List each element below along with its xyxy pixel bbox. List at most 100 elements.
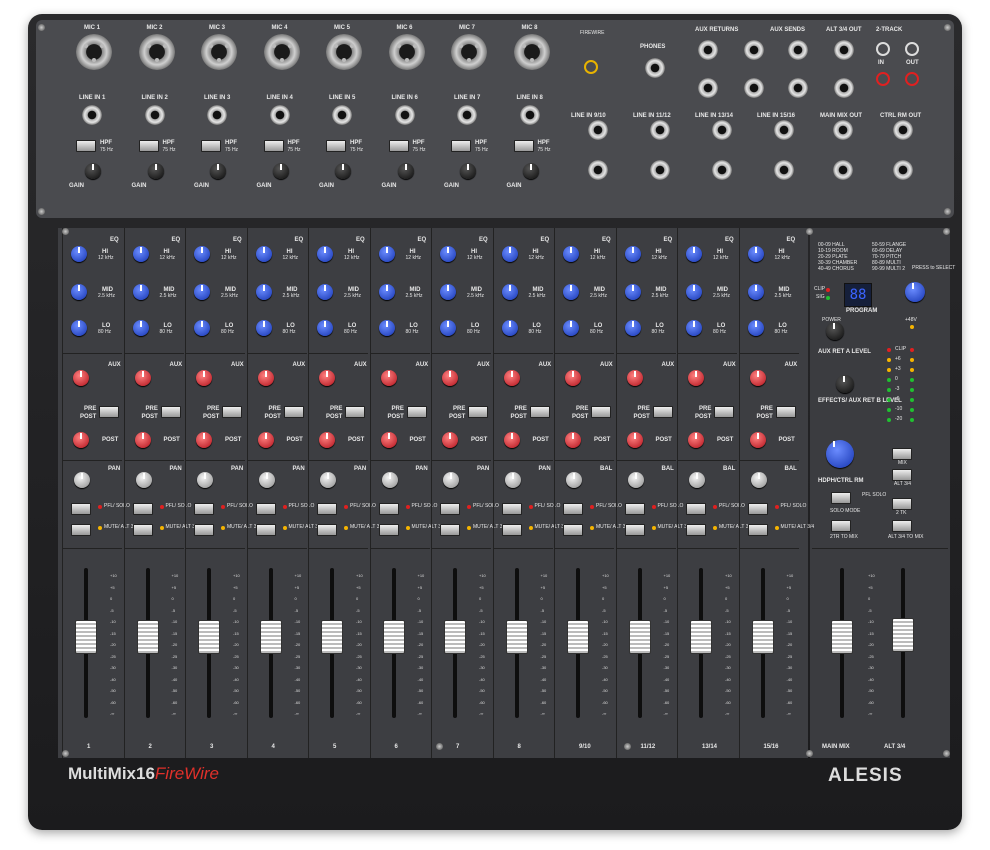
fx-select-knob[interactable] — [905, 282, 925, 302]
phones-jack[interactable] — [645, 58, 665, 78]
xlr-mic-input[interactable] — [76, 34, 112, 70]
pan-knob[interactable] — [627, 472, 644, 488]
mute-button[interactable] — [255, 524, 276, 536]
hpf-button[interactable] — [326, 140, 346, 152]
alt-to-mix-button[interactable] — [892, 520, 912, 532]
aux-a-knob[interactable] — [73, 370, 89, 386]
hpf-button[interactable] — [76, 140, 96, 152]
pan-knob[interactable] — [381, 472, 398, 488]
pan-knob[interactable] — [135, 472, 152, 488]
channel-fader[interactable] — [690, 620, 712, 654]
gain-knob[interactable] — [335, 163, 351, 179]
pan-knob[interactable] — [504, 472, 521, 488]
aux-a-knob[interactable] — [257, 370, 274, 386]
aux-a-knob[interactable] — [196, 370, 212, 386]
stereo-line-jack-r[interactable] — [774, 160, 794, 180]
eq-hi-knob[interactable] — [378, 246, 395, 262]
gain-knob[interactable] — [460, 163, 476, 179]
channel-fader[interactable] — [259, 620, 282, 654]
aux-a-knob[interactable] — [688, 370, 704, 386]
mute-button[interactable] — [71, 524, 91, 536]
output-jack[interactable] — [744, 40, 764, 60]
aux-a-knob[interactable] — [380, 370, 397, 386]
ctrl-out-jack-l[interactable] — [893, 120, 913, 140]
hpf-button[interactable] — [513, 140, 534, 152]
eq-lo-knob[interactable] — [686, 320, 702, 336]
aux-b-knob[interactable] — [565, 432, 581, 448]
output-jack[interactable] — [698, 78, 718, 98]
pre-post-button[interactable] — [775, 406, 796, 418]
pfl-solo-button[interactable] — [194, 503, 214, 515]
pre-post-button[interactable] — [160, 406, 181, 418]
output-jack[interactable] — [834, 40, 854, 60]
channel-fader[interactable] — [136, 620, 159, 654]
hpf-button[interactable] — [201, 140, 221, 152]
channel-fader[interactable] — [321, 620, 343, 654]
aux-b-knob[interactable] — [380, 432, 397, 448]
stereo-line-jack-r[interactable] — [588, 160, 608, 180]
stereo-line-jack-l[interactable] — [774, 120, 794, 140]
output-jack[interactable] — [788, 78, 808, 98]
line-input-jack[interactable] — [144, 105, 165, 125]
eq-lo-knob[interactable] — [563, 320, 579, 336]
aux-b-knob[interactable] — [319, 432, 335, 448]
pfl-solo-button[interactable] — [686, 503, 706, 515]
line-input-jack[interactable] — [82, 105, 102, 125]
channel-fader[interactable] — [628, 620, 651, 654]
eq-hi-knob[interactable] — [317, 246, 333, 262]
output-jack[interactable] — [834, 78, 854, 98]
eq-mid-knob[interactable] — [440, 284, 456, 300]
output-jack[interactable] — [788, 40, 808, 60]
pan-knob[interactable] — [750, 472, 767, 488]
mute-button[interactable] — [747, 524, 768, 536]
eq-lo-knob[interactable] — [255, 320, 272, 336]
hpf-button[interactable] — [138, 140, 159, 152]
channel-fader[interactable] — [444, 620, 466, 654]
eq-mid-knob[interactable] — [747, 284, 764, 300]
eq-hi-knob[interactable] — [686, 246, 702, 262]
xlr-mic-input[interactable] — [513, 34, 550, 70]
pan-knob[interactable] — [74, 472, 90, 488]
eq-hi-knob[interactable] — [132, 246, 149, 262]
aux-a-knob[interactable] — [319, 370, 335, 386]
stereo-line-jack-l[interactable] — [588, 120, 608, 140]
eq-mid-knob[interactable] — [378, 284, 395, 300]
hpf-button[interactable] — [451, 140, 471, 152]
line-input-jack[interactable] — [457, 105, 477, 125]
line-input-jack[interactable] — [394, 105, 415, 125]
pre-post-button[interactable] — [99, 406, 119, 418]
rca-jack[interactable] — [905, 42, 919, 56]
eq-hi-knob[interactable] — [624, 246, 641, 262]
aux-b-knob[interactable] — [749, 432, 766, 448]
aux-b-knob[interactable] — [626, 432, 643, 448]
pfl-solo-button[interactable] — [747, 503, 768, 515]
eq-hi-knob[interactable] — [255, 246, 272, 262]
alt-fader[interactable] — [892, 618, 914, 652]
line-input-jack[interactable] — [207, 105, 227, 125]
aux-ret-a-knob[interactable] — [826, 322, 844, 340]
aux-b-knob[interactable] — [196, 432, 212, 448]
eq-lo-knob[interactable] — [132, 320, 149, 336]
aux-a-knob[interactable] — [626, 370, 643, 386]
xlr-mic-input[interactable] — [263, 34, 300, 70]
mute-button[interactable] — [378, 524, 399, 536]
stereo-line-jack-r[interactable] — [650, 160, 670, 180]
pfl-solo-button[interactable] — [501, 503, 522, 515]
eq-lo-knob[interactable] — [501, 320, 518, 336]
aux-b-knob[interactable] — [134, 432, 151, 448]
channel-fader[interactable] — [198, 620, 220, 654]
aux-b-knob[interactable] — [73, 432, 89, 448]
two-tk-button[interactable] — [892, 498, 912, 510]
eq-lo-knob[interactable] — [194, 320, 210, 336]
xlr-mic-input[interactable] — [138, 34, 175, 70]
aux-a-knob[interactable] — [442, 370, 458, 386]
line-input-jack[interactable] — [269, 105, 290, 125]
pfl-solo-button[interactable] — [563, 503, 583, 515]
eq-hi-knob[interactable] — [440, 246, 456, 262]
xlr-mic-input[interactable] — [388, 34, 425, 70]
eq-mid-knob[interactable] — [501, 284, 518, 300]
rca-jack[interactable] — [876, 42, 890, 56]
gain-knob[interactable] — [397, 163, 414, 179]
aux-b-knob[interactable] — [688, 432, 704, 448]
aux-a-knob[interactable] — [565, 370, 581, 386]
